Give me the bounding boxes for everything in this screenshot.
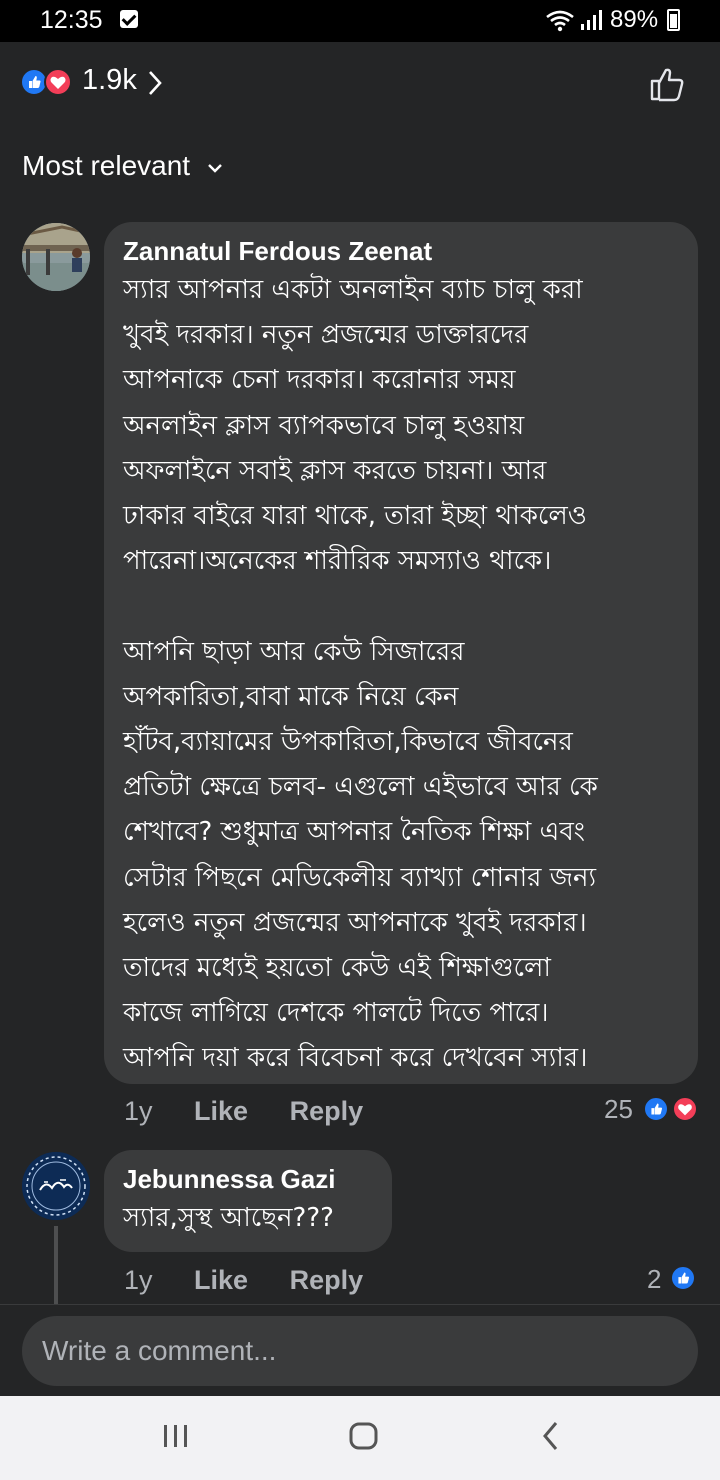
comment-line: হাঁটব,ব্যায়ামের উপকারিতা,কিভাবে জীবনের [123, 727, 573, 758]
comment-timestamp: 1y [124, 1265, 153, 1295]
comment-line: কাজে লাগিয়ে দেশকে পালটে দিতে পারে। [123, 998, 549, 1029]
signal-icon [581, 10, 602, 30]
battery-icon [667, 9, 680, 31]
comment-line: অপকারিতা,বাবা মাকে নিয়ে কেন [123, 681, 459, 712]
comment-composer [0, 1304, 720, 1397]
checkbox-icon [120, 10, 138, 28]
thread-line [54, 1226, 58, 1304]
comment-reaction-count[interactable]: 25 [604, 1094, 633, 1125]
love-reaction-icon [672, 1096, 698, 1122]
chevron-down-icon[interactable] [207, 163, 223, 173]
reaction-count: 1.9k [82, 64, 137, 96]
like-reaction-icon [643, 1096, 669, 1122]
comment-line: অফলাইনে সবাই ক্লাস করতে চায়না। আর [123, 455, 547, 486]
comment-reaction-count[interactable]: 2 [647, 1264, 661, 1295]
comment-input[interactable] [22, 1316, 698, 1386]
reply-button[interactable]: Reply [290, 1096, 364, 1126]
wifi-icon [546, 10, 574, 32]
comment-actions: 1y Like Reply [124, 1265, 363, 1296]
comment-timestamp: 1y [124, 1096, 153, 1126]
battery-level: 89% [610, 6, 659, 33]
comment-bubble: Jebunnessa Gazi স্যার,সুস্থ আছেন??? [104, 1150, 392, 1252]
reactions-summary[interactable]: 1.9k [0, 58, 720, 108]
avatar[interactable] [22, 1152, 90, 1220]
comment-line: অনলাইন ক্লাস ব্যাপকভাবে চালু হওয়ায় [123, 410, 525, 441]
comment-line-blank [123, 584, 680, 629]
comment-line: প্রতিটা ক্ষেত্রে চলব- এগুলো এইভাবে আর কে [123, 772, 598, 803]
back-icon[interactable] [540, 1420, 562, 1452]
like-reaction-icon [670, 1265, 696, 1291]
comment-line: আপনি দয়া করে বিবেচনা করে দেখবেন স্যার। [123, 1043, 588, 1074]
comment-actions: 1y Like Reply [124, 1096, 363, 1127]
comment-line: স্যার,সুস্থ আছেন??? [123, 1203, 334, 1233]
comment-line: হলেও নতুন প্রজন্মের আপনাকে খুবই দরকার। [123, 907, 587, 938]
comment-line: সেটার পিছনে মেডিকেলীয় ব্যাখ্যা শোনার জন… [123, 862, 597, 893]
status-bar: 12:35 89% [0, 0, 720, 42]
comment-author[interactable]: Zannatul Ferdous Zeenat [123, 234, 680, 268]
like-icon[interactable] [648, 64, 688, 104]
sort-dropdown[interactable]: Most relevant [22, 150, 190, 182]
like-button[interactable]: Like [194, 1096, 248, 1126]
recent-apps-icon[interactable] [160, 1422, 192, 1452]
comment-bubble: Zannatul Ferdous Zeenat স্যার আপনার একটা… [104, 222, 698, 1084]
comment-author[interactable]: Jebunnessa Gazi [123, 1162, 374, 1196]
comment-line: শেখাবে? শুধুমাত্র আপনার নৈতিক শিক্ষা এবং [123, 817, 585, 848]
navigation-bar [0, 1396, 720, 1480]
comment-line: খুবই দরকার। নতুন প্রজন্মের ডাক্তারদের [123, 320, 529, 351]
avatar[interactable] [22, 223, 90, 291]
like-button[interactable]: Like [194, 1265, 248, 1295]
comment-line: আপনি ছাড়া আর কেউ সিজারের [123, 636, 465, 667]
comment-line: আপনাকে চেনা দরকার। করোনার সময় [123, 365, 516, 396]
love-reaction-icon [44, 68, 72, 96]
home-icon[interactable] [348, 1420, 380, 1452]
reply-button[interactable]: Reply [290, 1265, 364, 1295]
comment-line: তাদের মধ্যেই হয়তো কেউ এই শিক্ষাগুলো [123, 953, 551, 984]
comment-line: পারেনা।অনেকের শারীরিক সমস্যাও থাকে। [123, 546, 552, 577]
comment-line: স্যার আপনার একটা অনলাইন ব্যাচ চালু করা [123, 275, 583, 305]
status-time: 12:35 [40, 6, 103, 34]
comment-line: ঢাকার বাইরে যারা থাকে, তারা ইচ্ছা থাকলেও [123, 501, 587, 532]
chevron-right-icon [149, 71, 162, 95]
comment-text: স্যার আপনার একটা অনলাইন ব্যাচ চালু করা খ… [123, 268, 680, 1082]
